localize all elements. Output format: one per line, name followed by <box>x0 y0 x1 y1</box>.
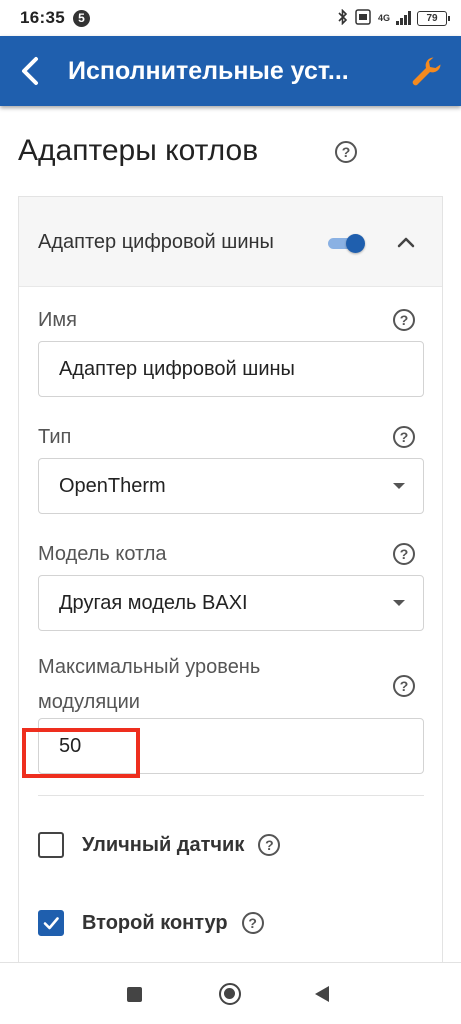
boiler-adapter-card: Адаптер цифровой шины Имя ? Адаптер цифр… <box>18 196 443 986</box>
modulation-help-icon[interactable]: ? <box>393 675 415 697</box>
model-help-icon[interactable]: ? <box>393 543 415 565</box>
wrench-icon <box>412 57 441 86</box>
wrench-button[interactable] <box>409 54 443 88</box>
outdoor-sensor-label: Уличный датчик <box>82 833 245 856</box>
recents-button[interactable] <box>127 987 142 1002</box>
signal-icon <box>396 11 411 25</box>
name-label: Имя <box>38 309 77 331</box>
home-button[interactable] <box>219 983 241 1005</box>
type-select[interactable]: OpenTherm <box>38 458 424 514</box>
help-icon[interactable]: ? <box>335 141 357 163</box>
model-select[interactable]: Другая модель BAXI <box>38 575 424 631</box>
system-back-button[interactable] <box>315 986 329 1002</box>
type-help-icon[interactable]: ? <box>393 426 415 448</box>
model-select-value: Другая модель BAXI <box>59 591 248 614</box>
battery-icon: 79 <box>417 10 450 26</box>
second-circuit-label: Второй контур <box>82 911 228 934</box>
second-circuit-row[interactable]: Второй контур ? <box>38 910 264 936</box>
second-circuit-checkbox[interactable] <box>38 910 64 936</box>
second-circuit-help-icon[interactable]: ? <box>241 912 264 934</box>
type-label: Тип <box>38 426 72 448</box>
status-icons: 4G 79 <box>338 8 450 28</box>
name-help-icon[interactable]: ? <box>393 309 415 331</box>
card-header[interactable]: Адаптер цифровой шины <box>19 197 442 287</box>
chevron-up-icon[interactable] <box>395 231 417 253</box>
app-bar-title: Исполнительные уст... <box>68 56 349 85</box>
divider <box>38 795 424 796</box>
model-label: Модель котла <box>38 543 167 565</box>
dropdown-arrow-icon <box>393 600 405 606</box>
status-time: 16:35 <box>20 8 65 27</box>
highlight-box <box>22 728 140 778</box>
dropdown-arrow-icon <box>393 483 405 489</box>
modulation-label-line2: модуляции <box>38 691 140 713</box>
enable-toggle[interactable] <box>328 234 365 253</box>
name-input[interactable]: Адаптер цифровой шины <box>38 341 424 397</box>
notification-badge: 5 <box>72 9 90 27</box>
outdoor-sensor-help-icon[interactable]: ? <box>258 834 281 856</box>
sim-icon <box>354 8 372 28</box>
name-input-value: Адаптер цифровой шины <box>59 357 295 380</box>
checkmark-icon <box>43 917 59 930</box>
type-select-value: OpenTherm <box>59 474 166 497</box>
modulation-label-line1: Максимальный уровень <box>38 656 261 678</box>
outdoor-sensor-checkbox[interactable] <box>38 832 64 858</box>
bluetooth-icon <box>338 8 348 28</box>
network-type: 4G <box>377 13 390 23</box>
status-bar: 16:35 5 4G 79 <box>0 0 461 36</box>
system-nav-bar <box>0 962 461 1024</box>
card-header-label: Адаптер цифровой шины <box>38 231 274 253</box>
app-bar: Исполнительные уст... <box>0 36 461 106</box>
outdoor-sensor-row[interactable]: Уличный датчик ? <box>38 832 281 858</box>
arrow-back-icon <box>22 57 38 85</box>
toggle-knob <box>346 234 365 253</box>
page-title: Адаптеры котлов <box>18 134 259 167</box>
back-button[interactable] <box>0 36 60 106</box>
